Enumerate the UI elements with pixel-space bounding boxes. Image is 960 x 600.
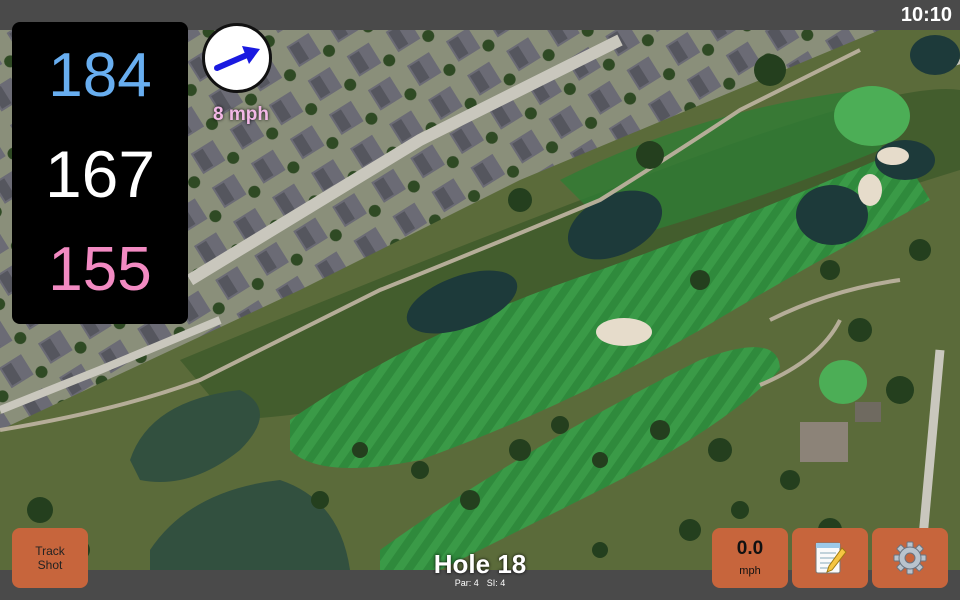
hole-info: Par: 4 SI: 4 xyxy=(380,578,580,588)
notepad-icon xyxy=(815,542,847,574)
speed-unit: mph xyxy=(739,565,761,577)
settings-button[interactable] xyxy=(872,528,948,588)
track-shot-button[interactable]: Track Shot xyxy=(12,528,88,588)
par-label: Par: 4 xyxy=(454,578,479,588)
back-distance: 184 xyxy=(48,41,152,110)
wind-speed-label: 8 mph xyxy=(213,104,269,125)
gear-icon xyxy=(893,541,927,575)
front-distance: 155 xyxy=(48,235,152,304)
speed-value: 0.0 xyxy=(736,538,764,559)
wind-direction-indicator xyxy=(202,23,272,93)
hole-title: Hole 18 xyxy=(433,549,527,579)
stroke-index-label: SI: 4 xyxy=(486,578,506,588)
notes-button[interactable] xyxy=(792,528,868,588)
middle-distance: 167 xyxy=(44,137,156,211)
track-shot-label: Track Shot xyxy=(35,544,65,572)
clock: 10:10 xyxy=(900,4,952,26)
distance-panel: 184 167 155 xyxy=(12,22,188,324)
wind-arrow-icon xyxy=(214,46,260,71)
speed-button[interactable]: 0.0 mph xyxy=(712,528,788,588)
